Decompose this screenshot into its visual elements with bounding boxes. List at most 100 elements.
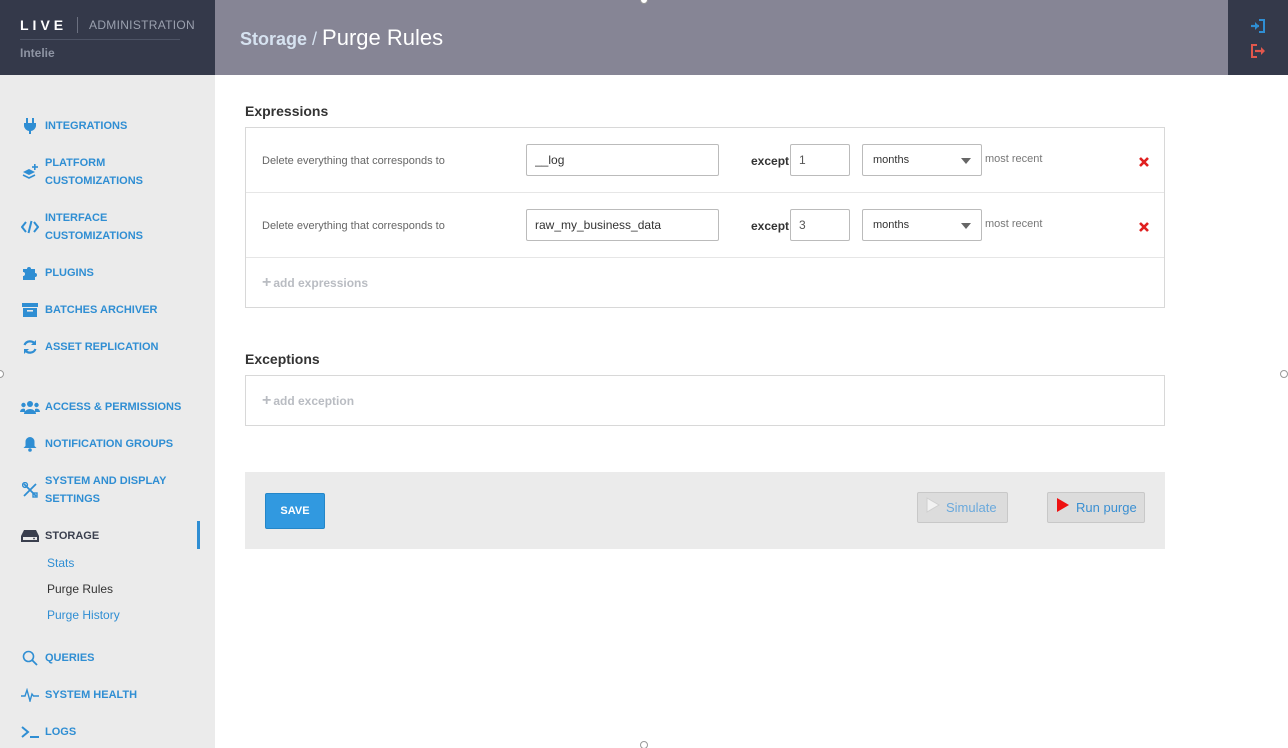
storage-icon — [20, 527, 40, 545]
play-icon — [926, 497, 940, 518]
expressions-panel: Delete everything that corresponds to ex… — [245, 127, 1165, 308]
sidebar-item-label: PLUGINS — [45, 267, 94, 279]
sidebar-item-interface-customizations[interactable]: INTERFACE CUSTOMIZATIONS — [20, 209, 143, 245]
company-name: Intelie — [20, 46, 55, 60]
sidebar-item-plugins[interactable]: PLUGINS — [20, 264, 94, 282]
brand-underline — [20, 39, 180, 40]
expressions-title: Expressions — [245, 103, 329, 119]
add-expression-label: add expressions — [273, 276, 369, 290]
add-exception-label: add exception — [273, 394, 355, 408]
keep-count-input[interactable] — [790, 144, 850, 176]
period-unit-select[interactable]: months — [862, 144, 982, 176]
sidebar-item-label: QUERIES — [45, 652, 95, 664]
expression-input[interactable] — [526, 209, 719, 241]
run-purge-button[interactable]: Run purge — [1047, 492, 1145, 523]
switch-account-icon[interactable] — [1250, 19, 1266, 33]
sidebar-item-notification-groups[interactable]: NOTIFICATION GROUPS — [20, 435, 173, 453]
select-value: months — [873, 219, 910, 231]
most-recent-label: most recent — [985, 218, 1043, 230]
sidebar-item-label: INTERFACE — [45, 212, 108, 224]
header-actions — [1228, 0, 1288, 75]
sidebar-item-label: BATCHES ARCHIVER — [45, 304, 158, 316]
layers-plus-icon — [20, 163, 40, 181]
sidebar-item-asset-replication[interactable]: ASSET REPLICATION — [20, 338, 158, 356]
active-indicator — [197, 521, 200, 549]
plus-icon: + — [262, 392, 272, 409]
sidebar-item-logs[interactable]: LOGS — [20, 723, 76, 741]
sidebar-item-label-line2: CUSTOMIZATIONS — [45, 230, 143, 242]
sidebar-item-batches-archiver[interactable]: BATCHES ARCHIVER — [20, 301, 157, 319]
sidebar-item-label: SYSTEM HEALTH — [45, 689, 138, 701]
sidebar-item-label: ASSET REPLICATION — [45, 341, 159, 353]
brand-divider — [77, 17, 79, 33]
run-purge-label: Run purge — [1076, 500, 1137, 515]
sidebar-item-label-line2: SETTINGS — [45, 493, 101, 505]
sidebar-subitem-stats[interactable]: Stats — [47, 556, 74, 570]
except-label: except — [751, 154, 790, 168]
users-icon — [20, 398, 40, 416]
sidebar-item-storage[interactable]: STORAGE — [20, 527, 99, 545]
resize-handle-right[interactable] — [1280, 370, 1288, 378]
chevron-down-icon — [961, 158, 971, 164]
sidebar-item-system-health[interactable]: SYSTEM HEALTH — [20, 686, 137, 704]
page-header: Storage / Purge Rules — [215, 0, 1228, 75]
play-icon — [1056, 497, 1070, 518]
save-button[interactable]: SAVE — [265, 493, 325, 529]
logout-icon[interactable] — [1250, 44, 1266, 58]
rule-description: Delete everything that corresponds to — [262, 155, 445, 167]
search-icon — [20, 649, 40, 667]
brand-logo[interactable]: LIVE — [20, 17, 67, 33]
sidebar-item-system-display-settings[interactable]: SYSTEM AND DISPLAY SETTINGS — [20, 472, 166, 508]
sidebar-item-label-line2: CUSTOMIZATIONS — [45, 175, 143, 187]
page-title: Purge Rules — [322, 25, 444, 50]
pulse-icon — [20, 686, 40, 704]
code-icon — [20, 218, 40, 236]
delete-expression-icon[interactable] — [1138, 155, 1150, 167]
plus-icon: + — [262, 274, 272, 291]
expression-row: Delete everything that corresponds to ex… — [246, 128, 1164, 193]
expression-row: Delete everything that corresponds to ex… — [246, 193, 1164, 258]
delete-expression-icon[interactable] — [1138, 220, 1150, 232]
sidebar-item-label: ACCESS & PERMISSIONS — [45, 401, 182, 413]
sync-icon — [20, 338, 40, 356]
sidebar-item-queries[interactable]: QUERIES — [20, 649, 95, 667]
simulate-button[interactable]: Simulate — [917, 492, 1008, 523]
sidebar-item-label: STORAGE — [45, 530, 100, 542]
tools-icon — [20, 481, 40, 499]
breadcrumb: Storage / Purge Rules — [240, 25, 443, 51]
sidebar-item-access-permissions[interactable]: ACCESS & PERMISSIONS — [20, 398, 181, 416]
sidebar-item-label: SYSTEM AND DISPLAY — [45, 475, 167, 487]
simulate-label: Simulate — [946, 500, 997, 515]
exceptions-title: Exceptions — [245, 351, 320, 367]
bell-icon — [20, 435, 40, 453]
sidebar-item-platform-customizations[interactable]: PLATFORM CUSTOMIZATIONS — [20, 154, 143, 190]
terminal-icon — [20, 723, 40, 741]
rule-description: Delete everything that corresponds to — [262, 220, 445, 232]
sidebar-item-label: NOTIFICATION GROUPS — [45, 438, 174, 450]
keep-count-input[interactable] — [790, 209, 850, 241]
period-unit-select[interactable]: months — [862, 209, 982, 241]
sidebar-item-integrations[interactable]: INTEGRATIONS — [20, 117, 127, 135]
sidebar: LIVE ADMINISTRATION Intelie INTEGRATIONS… — [0, 0, 215, 748]
app-root: LIVE ADMINISTRATION Intelie INTEGRATIONS… — [0, 0, 1288, 748]
brand-block: LIVE ADMINISTRATION Intelie — [0, 0, 215, 75]
sidebar-subitem-purge-history[interactable]: Purge History — [47, 608, 120, 622]
puzzle-icon — [20, 264, 40, 282]
add-expression-link[interactable]: + add expressions — [262, 274, 368, 292]
actions-bar: SAVE Simulate Run purge — [245, 472, 1165, 549]
resize-handle-bottom[interactable] — [640, 741, 648, 748]
breadcrumb-separator: / — [312, 29, 318, 49]
select-value: months — [873, 154, 910, 166]
sidebar-subitem-purge-rules[interactable]: Purge Rules — [47, 582, 113, 596]
archive-icon — [20, 301, 40, 319]
plug-icon — [20, 117, 40, 135]
sidebar-item-label: PLATFORM — [45, 157, 106, 169]
brand-section: ADMINISTRATION — [89, 18, 195, 32]
most-recent-label: most recent — [985, 153, 1043, 165]
breadcrumb-parent-link[interactable]: Storage — [240, 29, 307, 50]
exceptions-panel: + add exception — [245, 375, 1165, 426]
chevron-down-icon — [961, 223, 971, 229]
sidebar-item-label: INTEGRATIONS — [45, 120, 128, 132]
add-exception-link[interactable]: + add exception — [262, 392, 354, 410]
expression-input[interactable] — [526, 144, 719, 176]
